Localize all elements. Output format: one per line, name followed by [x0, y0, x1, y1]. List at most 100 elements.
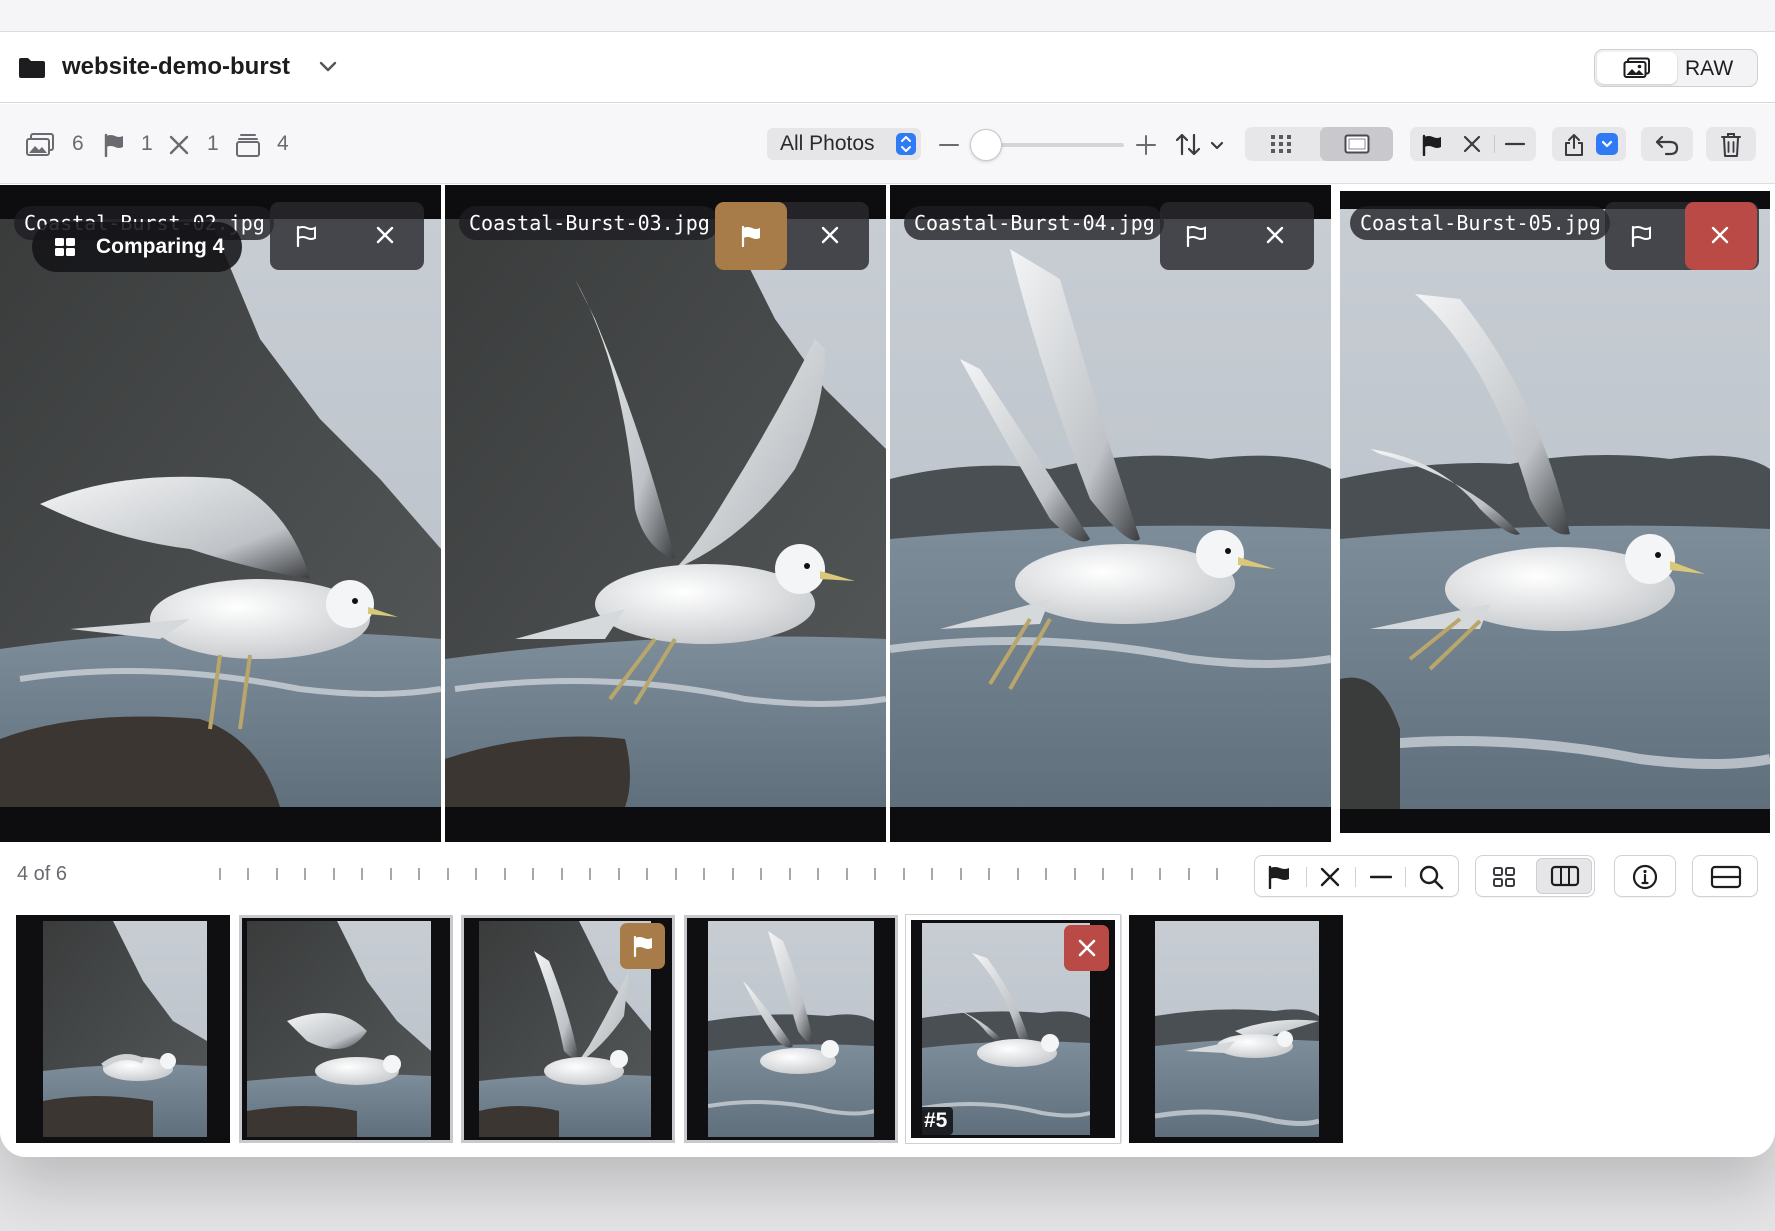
sort-icon[interactable] [1175, 132, 1225, 158]
chevron-down-icon[interactable] [318, 59, 338, 75]
grid-view-button[interactable] [1245, 127, 1317, 161]
stack-count: 4 [277, 132, 289, 155]
single-view-icon [1344, 134, 1370, 154]
compare-panel-3[interactable]: Coastal-Burst-04.jpg [890, 185, 1331, 842]
panel-filename: Coastal-Burst-03.jpg [459, 206, 719, 240]
filter-select[interactable]: All Photos [767, 128, 921, 160]
compare-grid-icon [55, 238, 75, 256]
flag-outline-icon [1631, 225, 1651, 247]
minus-icon[interactable] [1505, 142, 1525, 146]
photos-icon [26, 133, 54, 156]
compare-view: Coastal-Burst-02.jpg Comparing 4 [0, 185, 1775, 842]
info-button[interactable] [1614, 855, 1676, 897]
flag-button[interactable] [1160, 202, 1232, 270]
reject-button[interactable] [795, 202, 867, 270]
comparing-badge-label: Comparing 4 [96, 235, 225, 258]
flag-icon[interactable] [1267, 865, 1291, 889]
photo-coastal-burst-05 [1340, 209, 1770, 809]
raw-view-button[interactable]: RAW [1685, 57, 1733, 81]
photo-coastal-burst-04 [890, 219, 1331, 807]
filmstrip-thumb-2-selected[interactable] [239, 915, 453, 1143]
reject-button[interactable] [350, 202, 422, 270]
filmstrip: #5 [0, 907, 1775, 1157]
compare-panel-1[interactable]: Coastal-Burst-02.jpg Comparing 4 [0, 185, 441, 842]
compare-panel-4-selected[interactable]: Coastal-Burst-05.jpg [1335, 185, 1775, 842]
comparing-badge[interactable]: Comparing 4 [32, 222, 242, 272]
flag-icon [104, 133, 123, 157]
single-view-button[interactable] [1320, 127, 1393, 161]
app-window: website-demo-burst RAW 6 1 1 4 All Photo… [0, 0, 1775, 1157]
thumb-number-badge: #5 [918, 1107, 954, 1135]
photo-coastal-burst-03 [445, 219, 886, 807]
x-icon [821, 226, 839, 244]
delete-button[interactable] [1706, 127, 1756, 161]
share-menu-chevron[interactable] [1596, 133, 1618, 155]
filmstrip-thumb-1[interactable] [16, 915, 230, 1143]
pager-label: 4 of 6 [17, 863, 68, 885]
select-stepper-icon [896, 133, 916, 155]
filmstrip-thumb-6[interactable] [1129, 915, 1343, 1143]
x-icon [1711, 226, 1729, 244]
x-icon [1078, 939, 1096, 957]
filmstrip-thumb-4-selected[interactable] [684, 915, 898, 1143]
minus-icon[interactable] [1370, 875, 1392, 879]
filmstrip-thumb-5-selected-current[interactable]: #5 [906, 915, 1120, 1143]
x-icon[interactable] [1463, 135, 1481, 153]
flag-outline-icon [1186, 225, 1206, 247]
flag-button[interactable] [1605, 202, 1677, 270]
panel-filename: Coastal-Burst-05.jpg [1350, 206, 1610, 240]
bottom-rating-group [1254, 855, 1459, 897]
flagged-count: 1 [141, 132, 153, 155]
info-icon [1632, 864, 1658, 890]
format-segmented-control[interactable]: RAW [1594, 49, 1758, 87]
panel-actions [270, 202, 424, 270]
undo-icon [1655, 135, 1679, 156]
share-icon [1565, 134, 1583, 156]
reject-button-active[interactable] [1685, 202, 1757, 270]
x-icon [1266, 226, 1284, 244]
plus-icon[interactable] [1135, 134, 1157, 156]
flag-button[interactable] [270, 202, 342, 270]
filmstrip-separator [1121, 915, 1122, 1143]
view-mode-segmented[interactable] [1245, 127, 1393, 161]
minus-icon[interactable] [938, 142, 960, 148]
photo-count: 6 [72, 132, 84, 155]
trash-icon [1721, 133, 1741, 157]
thumb-image [708, 921, 874, 1137]
filmstrip-thumb-3-selected[interactable] [461, 915, 675, 1143]
window-top-strip [0, 0, 1775, 32]
thumb-image [1155, 921, 1319, 1137]
columns-layout-icon [1550, 865, 1580, 887]
x-icon[interactable] [1319, 866, 1341, 888]
columns-layout-button[interactable] [1536, 858, 1592, 894]
panel-actions [1605, 202, 1759, 270]
rejected-count: 1 [207, 132, 219, 155]
flag-icon[interactable] [1421, 134, 1443, 156]
filmstrip-toggle-icon [1710, 865, 1742, 889]
toolbar: 6 1 1 4 All Photos [0, 104, 1775, 184]
folder-title[interactable]: website-demo-burst [62, 53, 290, 81]
grid-icon [1271, 135, 1291, 153]
flag-icon [633, 935, 652, 957]
jpeg-view-button[interactable] [1597, 52, 1677, 84]
stack-icon [236, 134, 260, 157]
search-icon[interactable] [1418, 864, 1444, 890]
compare-panel-2[interactable]: Coastal-Burst-03.jpg [445, 185, 886, 842]
thumb-flag-badge [620, 923, 665, 969]
x-icon [376, 226, 394, 244]
filmstrip-toggle-button[interactable] [1692, 855, 1758, 897]
folder-icon [19, 58, 45, 78]
bottom-bar: 4 of 6 [0, 843, 1775, 907]
share-button[interactable] [1552, 127, 1626, 161]
zoom-slider-knob[interactable] [970, 129, 1002, 161]
timeline-scrubber[interactable] [219, 868, 1229, 882]
reject-button[interactable] [1240, 202, 1312, 270]
thumb-reject-badge [1064, 925, 1109, 971]
panel-actions [715, 202, 869, 270]
flag-button-active[interactable] [715, 202, 787, 270]
filter-select-value: All Photos [780, 132, 875, 155]
undo-button[interactable] [1641, 127, 1693, 161]
photo-coastal-burst-02 [0, 219, 441, 807]
title-bar: website-demo-burst RAW [0, 33, 1775, 103]
grid-layout-icon[interactable] [1492, 866, 1516, 888]
